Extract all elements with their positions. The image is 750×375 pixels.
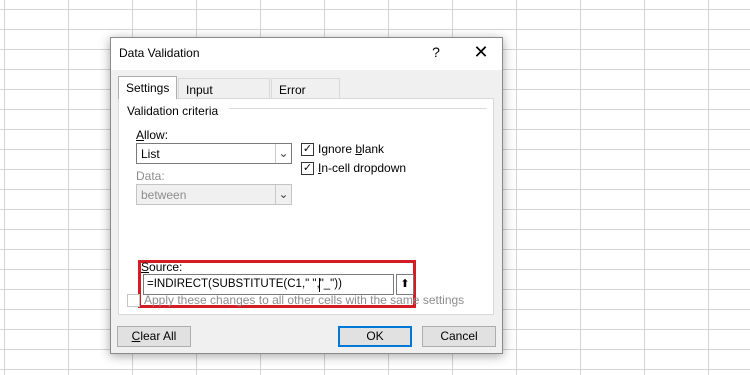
ignore-blank-label-post: lank (362, 142, 385, 156)
data-label: Data: (136, 169, 165, 183)
check-mark-icon: ✓ (302, 162, 313, 174)
tab-settings-label: Settings (126, 81, 170, 95)
validation-criteria-heading: Validation criteria (127, 104, 219, 118)
clear-all-rest: lear All (140, 329, 177, 343)
apply-all-label: Apply these changes to all other cells w… (144, 293, 465, 307)
check-mark-icon: ✓ (302, 143, 313, 155)
ignore-blank-label-pre: Ignore (318, 142, 356, 156)
data-select[interactable]: between ⌄ (136, 184, 292, 205)
dialog-title: Data Validation (119, 46, 200, 60)
source-label-rest: ource: (149, 260, 183, 274)
help-button[interactable]: ? (429, 44, 443, 62)
clear-all-button[interactable]: Clear All (117, 326, 191, 347)
group-divider (229, 108, 487, 109)
settings-panel: Validation criteria Allow: List ⌄ Data: … (118, 98, 494, 315)
collapse-dialog-icon[interactable]: ⬆ (396, 274, 414, 295)
tab-error-alert[interactable]: Error Alert (271, 78, 340, 111)
tab-settings[interactable]: Settings (118, 76, 177, 99)
allow-label-rest: llow: (144, 128, 169, 142)
tab-input-message[interactable]: Input Message (178, 78, 270, 111)
source-input-value: =INDIRECT(SUBSTITUTE(C1," ","_")) (147, 278, 342, 290)
data-select-value: between (141, 188, 187, 202)
close-icon[interactable]: ✕ (469, 42, 493, 64)
chevron-down-icon[interactable]: ⌄ (275, 185, 291, 204)
title-bar: Data Validation ? ✕ (111, 38, 502, 70)
cancel-button[interactable]: Cancel (422, 326, 496, 347)
apply-all-checkbox[interactable] (127, 294, 140, 307)
source-label: Source: (141, 260, 182, 274)
source-input[interactable]: =INDIRECT(SUBSTITUTE(C1," ","_")) (143, 274, 394, 295)
in-cell-dropdown-label-post: n-cell dropdown (321, 161, 407, 175)
source-label-accel: S (141, 260, 150, 274)
chevron-down-icon[interactable]: ⌄ (275, 144, 291, 163)
ok-button[interactable]: OK (338, 326, 412, 347)
allow-select[interactable]: List ⌄ (136, 143, 292, 164)
text-caret (319, 278, 320, 292)
ignore-blank-label: Ignore blank (318, 142, 384, 156)
allow-label-accel: A (136, 128, 145, 142)
ignore-blank-checkbox[interactable]: ✓ (301, 143, 314, 156)
in-cell-dropdown-checkbox[interactable]: ✓ (301, 162, 314, 175)
allow-label: Allow: (136, 128, 168, 142)
allow-select-value: List (141, 147, 160, 161)
data-validation-dialog: Data Validation ? ✕ Settings Input Messa… (110, 37, 503, 354)
clear-all-accel: C (131, 329, 141, 343)
in-cell-dropdown-label: In-cell dropdown (318, 161, 406, 175)
